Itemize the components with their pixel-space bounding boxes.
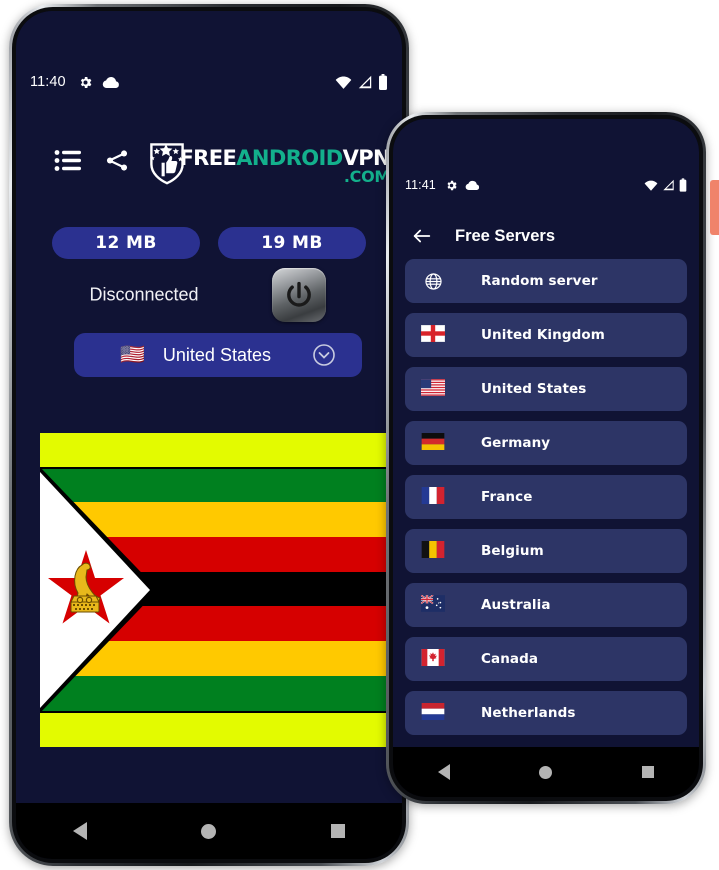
phone-device-secondary: 11:41 Free Servers Random server United … [386, 112, 706, 804]
canada-flag [421, 649, 445, 666]
side-accent-tab [710, 180, 719, 235]
list-item-label: Australia [481, 597, 551, 613]
australia-flag [420, 594, 445, 612]
logo-android: ANDROID [236, 146, 343, 170]
country-selector-label: United States [162, 344, 271, 365]
nav-home-icon[interactable] [201, 823, 217, 839]
list-item[interactable]: United Kingdom [405, 313, 687, 357]
france-flag [421, 487, 445, 504]
zimbabwe-flag-banner [40, 433, 401, 747]
phone2-navbar [393, 747, 699, 797]
phone1-navbar [16, 803, 402, 859]
germany-flag [421, 433, 445, 450]
signal-icon [357, 75, 373, 89]
server-list[interactable]: Random server United Kingdom United Stat… [393, 259, 699, 743]
connection-row: Disconnected [16, 266, 402, 324]
country-flag-icon: 🇺🇸 [120, 344, 145, 366]
list-item-label: United States [481, 381, 587, 397]
list-item[interactable]: France [405, 475, 687, 519]
globe-icon [419, 272, 447, 291]
usage-chips: 12 MB 19 MB [16, 227, 402, 259]
phone-device-primary: 11:40 FREEANDROIDVPN .COM 12 MB 19 MB Di… [9, 4, 409, 866]
list-item[interactable]: Netherlands [405, 691, 687, 735]
shield-icon [149, 141, 185, 185]
flag-core [40, 467, 401, 713]
share-icon[interactable] [104, 148, 130, 179]
nav-recents-icon[interactable] [330, 824, 345, 838]
connection-status-text: Disconnected [89, 284, 199, 305]
flag-icon-france [419, 487, 447, 507]
phone-bezel: 11:41 Free Servers Random server United … [393, 119, 699, 797]
belgium-flag [421, 541, 445, 558]
screenshot-root: 11:40 FREEANDROIDVPN .COM 12 MB 19 MB Di… [0, 0, 719, 870]
nav-back-icon[interactable] [73, 822, 88, 840]
power-icon [287, 281, 311, 307]
list-item-label: Belgium [481, 543, 544, 559]
phone1-statusbar: 11:40 [30, 71, 388, 93]
logo-text: FREEANDROIDVPN .COM [179, 148, 390, 185]
phone1-toolbar: FREEANDROIDVPN .COM [16, 129, 402, 197]
flag-icon-united-states [419, 379, 447, 399]
list-item[interactable]: United States [405, 367, 687, 411]
battery-icon [679, 178, 687, 192]
wifi-icon [335, 76, 352, 89]
list-item[interactable]: Germany [405, 421, 687, 465]
logo-com: .COM [343, 167, 390, 186]
flag-band-top [40, 433, 401, 467]
list-item-label: Germany [481, 435, 551, 451]
wifi-icon [644, 180, 658, 191]
phone2-appbar: Free Servers [393, 215, 699, 257]
flag-icon-germany [419, 433, 447, 453]
phone-bezel: 11:40 FREEANDROIDVPN .COM 12 MB 19 MB Di… [16, 11, 402, 859]
flag-icon-belgium [419, 541, 447, 561]
download-usage-chip[interactable]: 12 MB [52, 227, 200, 259]
flag-icon-netherlands [419, 703, 447, 723]
usa-flag [421, 379, 445, 396]
nav-back-icon[interactable] [437, 764, 450, 780]
battery-icon [378, 74, 388, 90]
country-selector[interactable]: 🇺🇸 United States [74, 333, 362, 377]
list-item[interactable]: Random server [405, 259, 687, 303]
upload-usage-chip[interactable]: 19 MB [218, 227, 366, 259]
list-item-label: Canada [481, 651, 539, 667]
chevron-down-icon [312, 343, 336, 367]
gear-icon [445, 179, 458, 192]
signal-icon [662, 179, 675, 191]
flag-icon-united-kingdom [419, 324, 447, 345]
list-icon[interactable] [54, 150, 82, 177]
list-item-label: United Kingdom [481, 327, 605, 343]
list-item[interactable]: Belgium [405, 529, 687, 573]
flag-band-bottom [40, 713, 401, 747]
list-item[interactable]: Australia [405, 583, 687, 627]
flag-icon-canada [419, 649, 447, 669]
list-item-label: Random server [481, 273, 598, 289]
nav-recents-icon[interactable] [642, 766, 655, 778]
back-arrow-icon[interactable] [411, 225, 433, 247]
netherlands-flag [421, 703, 445, 720]
power-button[interactable] [272, 268, 326, 322]
nav-home-icon[interactable] [539, 765, 553, 779]
app-logo: FREEANDROIDVPN .COM [149, 141, 391, 185]
cloud-icon [102, 76, 120, 88]
status-time: 11:40 [30, 74, 66, 90]
page-title: Free Servers [455, 226, 555, 245]
cloud-icon [465, 180, 480, 190]
flag-emblem [48, 550, 124, 624]
logo-free: FREE [179, 146, 237, 170]
phone2-statusbar: 11:41 [405, 175, 687, 195]
list-item-label: France [481, 489, 533, 505]
list-item-label: Netherlands [481, 705, 576, 721]
phone1-screen: 11:40 FREEANDROIDVPN .COM 12 MB 19 MB Di… [16, 11, 402, 859]
phone2-screen: 11:41 Free Servers Random server United … [393, 119, 699, 797]
flag-icon-australia [419, 594, 447, 615]
england-flag [420, 324, 446, 343]
list-item[interactable]: Canada [405, 637, 687, 681]
gear-icon [78, 75, 93, 90]
status-time: 11:41 [405, 178, 436, 192]
